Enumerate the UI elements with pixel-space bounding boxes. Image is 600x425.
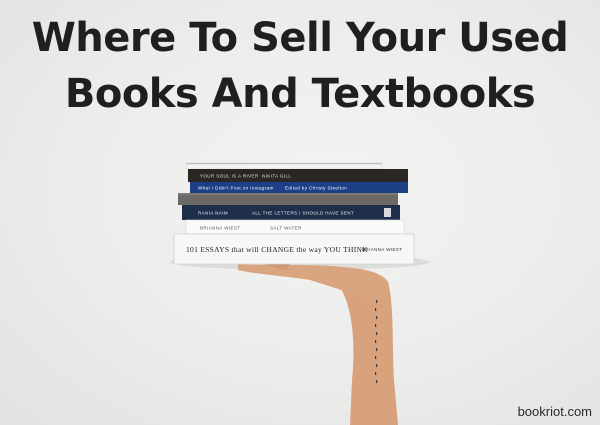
forearm <box>336 282 398 425</box>
book-5-author: RANIA NAIM <box>198 211 228 216</box>
book-4 <box>178 193 398 205</box>
arm <box>238 259 398 425</box>
book-3-editor: Edited by Christy Steelton <box>285 186 347 191</box>
book-7-title: 101 ESSAYS that will CHANGE the way YOU … <box>186 245 368 254</box>
book-7-author: BRIANNA WIEST <box>362 247 402 252</box>
book-5: RANIA NAIM ALL THE LETTERS I SHOULD HAVE… <box>182 205 400 220</box>
book-2-author: NIKITA GILL <box>262 174 291 179</box>
book-6-author: BRIANNA WIEST <box>200 226 240 231</box>
book-6-title: SALT WATER <box>270 226 302 231</box>
book-7: 101 ESSAYS that will CHANGE the way YOU … <box>173 233 415 265</box>
book-1 <box>185 162 383 170</box>
hand <box>238 264 390 299</box>
book-stack-photo: YOUR SOUL IS A RIVER NIKITA GILL What I … <box>170 162 430 425</box>
book-2: YOUR SOUL IS A RIVER NIKITA GILL <box>188 169 408 182</box>
book-2-title: YOUR SOUL IS A RIVER <box>200 174 259 179</box>
book-6: BRIANNA WIEST SALT WATER <box>185 219 405 235</box>
book-3-title: What I Didn't Post on Instagram <box>198 186 274 191</box>
book-5-title: ALL THE LETTERS I SHOULD HAVE SENT <box>252 211 354 216</box>
site-credit: bookriot.com <box>517 404 592 419</box>
book-3: What I Didn't Post on Instagram Edited b… <box>190 182 408 193</box>
